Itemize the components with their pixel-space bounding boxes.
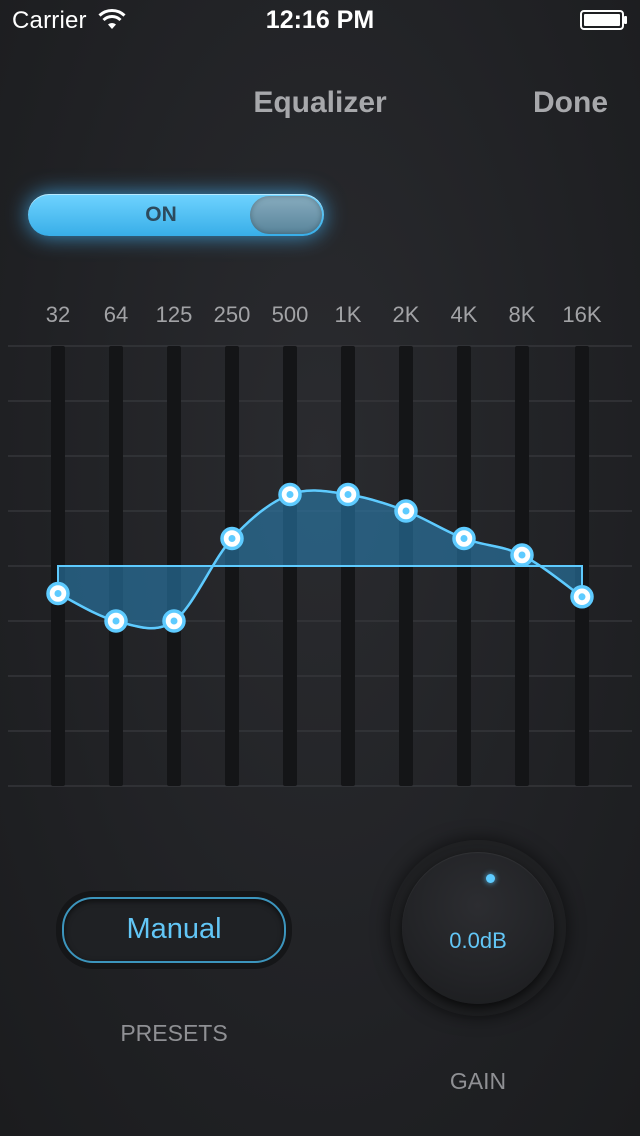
gain-knob[interactable]: 0.0dB — [390, 840, 566, 1016]
band-handle-dot-4k — [460, 535, 468, 542]
band-label-8k: 8K — [508, 302, 536, 327]
band-label-16k: 16K — [562, 302, 602, 327]
equalizer-screen: Carrier 12:16 PM Equalizer Done ON 32 64 1… — [0, 0, 640, 1136]
gain-indicator-dot — [486, 874, 495, 883]
gain-caption: GAIN — [449, 1068, 507, 1094]
band-handle-dot-500 — [286, 491, 294, 498]
band-label-64: 64 — [103, 302, 129, 327]
band-handle-dot-250 — [228, 535, 236, 542]
toggle-knob[interactable] — [250, 196, 322, 234]
eq-on-toggle[interactable]: ON — [28, 194, 324, 236]
band-label-1k: 1K — [334, 302, 362, 327]
status-time: 12:16 PM — [265, 6, 375, 34]
band-handle-dot-32 — [54, 590, 62, 597]
band-handle-dot-16k — [578, 593, 586, 601]
band-handle-dot-125 — [170, 617, 178, 625]
band-handle-dot-64 — [112, 617, 120, 625]
preset-value: Manual — [126, 913, 222, 945]
presets-caption: PRESETS — [120, 1020, 228, 1046]
band-handle-dot-8k — [518, 551, 526, 559]
band-label-2k: 2K — [392, 302, 420, 327]
gain-value: 0.0dB — [449, 928, 507, 953]
battery-full-icon — [580, 10, 627, 30]
band-label-125: 125 — [155, 302, 193, 327]
preset-selector-button[interactable]: Manual — [62, 897, 286, 963]
equalizer-graph: 32 64 125 250 500 1K 2K 4K 8K 16K — [0, 290, 640, 810]
equalizer-curve — [8, 345, 632, 787]
band-label-32: 32 — [45, 302, 71, 327]
band-handle-dot-1k — [344, 491, 352, 498]
band-label-250: 250 — [213, 302, 251, 327]
band-handle-dot-2k — [402, 507, 410, 515]
status-bar: Carrier 12:16 PM — [0, 0, 640, 40]
gain-knob-face[interactable]: 0.0dB — [402, 852, 554, 1004]
band-label-4k: 4K — [450, 302, 478, 327]
done-button[interactable]: Done — [533, 86, 608, 120]
band-label-500: 500 — [271, 302, 309, 327]
